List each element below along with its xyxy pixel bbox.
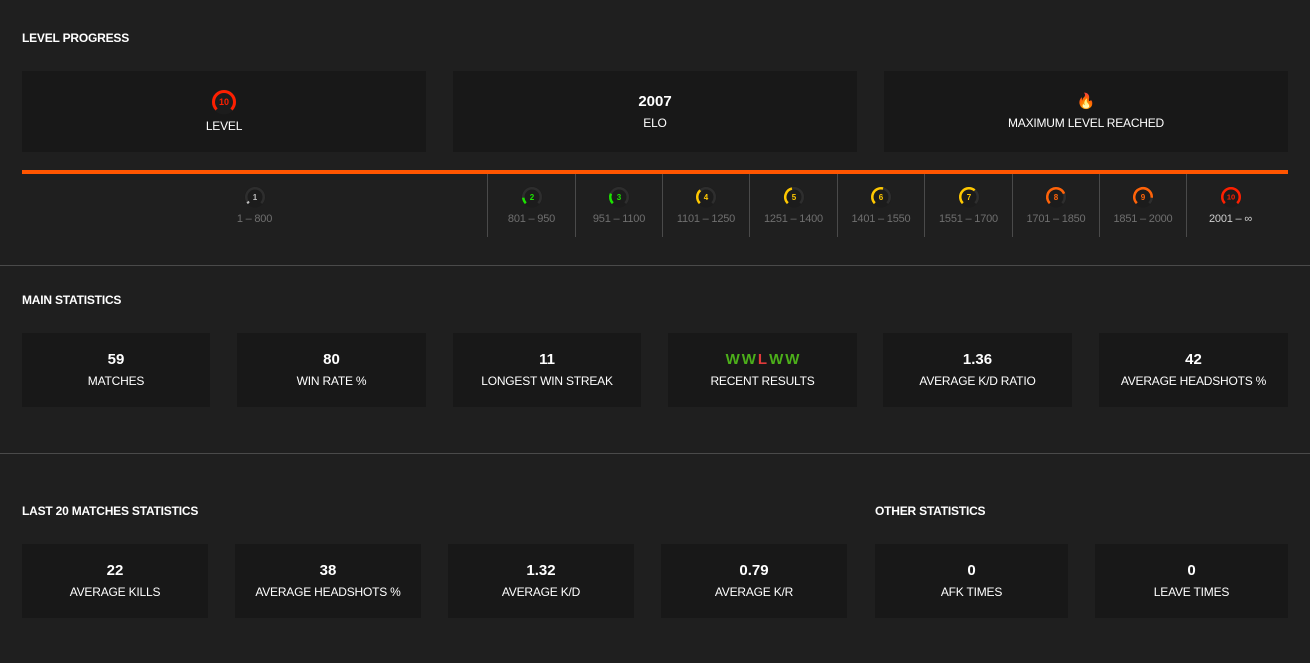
- result-win: W: [785, 351, 800, 368]
- stat-value: 0: [967, 562, 976, 579]
- elo-value: 2007: [638, 92, 672, 110]
- level-range-item: 8 1701 – 1850: [1012, 174, 1099, 237]
- level-range-label: 1 – 800: [236, 213, 273, 225]
- stat-label: AVERAGE KILLS: [69, 585, 161, 599]
- level-range-item: 9 1851 – 2000: [1099, 174, 1186, 237]
- max-level-card: 🔥 MAXIMUM LEVEL REACHED: [884, 71, 1288, 152]
- last20-card-avg-headshots: 38 AVERAGE HEADSHOTS %: [235, 544, 421, 618]
- level-card: 10 LEVEL: [22, 71, 426, 152]
- gauge-level-number: 2: [529, 193, 534, 202]
- level-range-item: 1 1 – 800: [22, 174, 487, 237]
- stat-label: LEAVE TIMES: [1153, 585, 1230, 599]
- stat-value: 59: [107, 351, 125, 368]
- skill-level-6-icon: 6: [870, 186, 892, 208]
- gauge-level-number: 9: [1141, 193, 1146, 202]
- stat-card-longest-win-streak: 11 LONGEST WIN STREAK: [453, 333, 641, 407]
- max-level-label: MAXIMUM LEVEL REACHED: [1007, 115, 1165, 130]
- level-range-label: 1851 – 2000: [1113, 213, 1173, 225]
- gauge-level-number: 3: [617, 193, 622, 202]
- stat-label: AVERAGE K/D RATIO: [919, 374, 1036, 388]
- main-statistics-title: MAIN STATISTICS: [22, 293, 122, 307]
- stat-label: AFK TIMES: [940, 585, 1003, 599]
- skill-level-9-icon: 9: [1132, 186, 1154, 208]
- last20-title: LAST 20 MATCHES STATISTICS: [22, 504, 199, 518]
- level-range-label: 801 – 950: [507, 213, 556, 225]
- stat-value: 11: [539, 351, 555, 368]
- stat-card-matches: 59 MATCHES: [22, 333, 210, 407]
- skill-level-7-icon: 7: [958, 186, 979, 208]
- gauge-level-number: 8: [1054, 193, 1059, 202]
- gauge-level-number: 10: [219, 97, 229, 107]
- skill-level-2-icon: 2: [521, 186, 542, 208]
- level-range-item: 5 1251 – 1400: [749, 174, 837, 237]
- gauge-fill: [245, 200, 250, 205]
- level-range-label: 1701 – 1850: [1026, 213, 1086, 225]
- stat-label: AVERAGE HEADSHOTS %: [255, 585, 401, 599]
- skill-level-10-icon: 10: [211, 89, 237, 115]
- stat-label: AVERAGE HEADSHOTS %: [1120, 374, 1267, 388]
- level-range-label: 951 – 1100: [592, 213, 646, 225]
- stat-card-avg-headshots: 42 AVERAGE HEADSHOTS %: [1099, 333, 1288, 407]
- stat-label: AVERAGE K/D: [501, 585, 581, 599]
- level-range-item: 3 951 – 1100: [575, 174, 662, 237]
- stat-label: WIN RATE %: [296, 374, 367, 388]
- result-win: W: [725, 351, 740, 368]
- other-card-afk-times: 0 AFK TIMES: [875, 544, 1068, 618]
- stat-card-recent-results: WWLWW RECENT RESULTS: [668, 333, 857, 407]
- stat-value: 42: [1185, 351, 1202, 368]
- stat-value: 1.32: [526, 562, 556, 579]
- last20-card-avg-kd: 1.32 AVERAGE K/D: [448, 544, 634, 618]
- level-label: LEVEL: [205, 119, 243, 133]
- stat-label: RECENT RESULTS: [710, 374, 815, 388]
- last20-card-avg-kr: 0.79 AVERAGE K/R: [661, 544, 847, 618]
- section-divider: [0, 265, 1310, 266]
- stat-card-win-rate: 80 WIN RATE %: [237, 333, 426, 407]
- last20-card-avg-kills: 22 AVERAGE KILLS: [22, 544, 208, 618]
- level-range-label: 2001 – ∞: [1209, 213, 1252, 225]
- stat-label: AVERAGE K/R: [714, 585, 794, 599]
- gauge-level-number: 1: [252, 193, 257, 202]
- result-win: W: [741, 351, 756, 368]
- stat-value: 0: [1187, 562, 1196, 579]
- skill-level-1-icon: 1: [244, 186, 265, 208]
- other-card-leave-times: 0 LEAVE TIMES: [1095, 544, 1288, 618]
- level-progress-title: LEVEL PROGRESS: [22, 31, 130, 45]
- stat-label: MATCHES: [87, 374, 145, 388]
- gauge-level-number: 6: [879, 193, 884, 202]
- result-loss: L: [757, 351, 768, 368]
- gauge-level-number: 4: [704, 193, 709, 202]
- level-range-label: 1401 – 1550: [851, 213, 911, 225]
- result-win: W: [769, 351, 784, 368]
- level-range-item: 4 1101 – 1250: [662, 174, 749, 237]
- fire-icon: 🔥: [1076, 92, 1096, 110]
- level-range-item: 2 801 – 950: [487, 174, 575, 237]
- level-range-item: 7 1551 – 1700: [924, 174, 1012, 237]
- skill-level-8-icon: 8: [1045, 186, 1067, 208]
- skill-level-10-icon: 10: [1220, 186, 1241, 208]
- stat-value: 1.36: [962, 351, 993, 368]
- stat-label: LONGEST WIN STREAK: [481, 374, 613, 388]
- gauge-level-number: 7: [966, 193, 971, 202]
- stat-card-avg-kd-ratio: 1.36 AVERAGE K/D RATIO: [883, 333, 1072, 407]
- stat-value: 80: [323, 351, 340, 368]
- elo-card: 2007 ELO: [453, 71, 857, 152]
- level-range-item: 6 1401 – 1550: [837, 174, 924, 237]
- gauge-level-number: 10: [1226, 193, 1234, 202]
- skill-level-4-icon: 4: [695, 186, 717, 208]
- other-statistics-title: OTHER STATISTICS: [875, 504, 986, 518]
- recent-results-list: WWLWW: [725, 351, 801, 369]
- skill-level-3-icon: 3: [608, 186, 630, 208]
- elo-label: ELO: [643, 115, 667, 130]
- skill-level-5-icon: 5: [783, 186, 804, 208]
- stat-value: 22: [106, 562, 124, 579]
- stat-value: 0.79: [739, 562, 769, 579]
- gauge-level-number: 5: [791, 193, 796, 202]
- level-range-item: 10 2001 – ∞: [1186, 174, 1274, 237]
- level-range-label: 1101 – 1250: [676, 213, 736, 225]
- section-divider: [0, 453, 1310, 454]
- stat-value: 38: [319, 562, 337, 579]
- level-range-label: 1251 – 1400: [764, 213, 823, 225]
- level-range-label: 1551 – 1700: [939, 213, 998, 225]
